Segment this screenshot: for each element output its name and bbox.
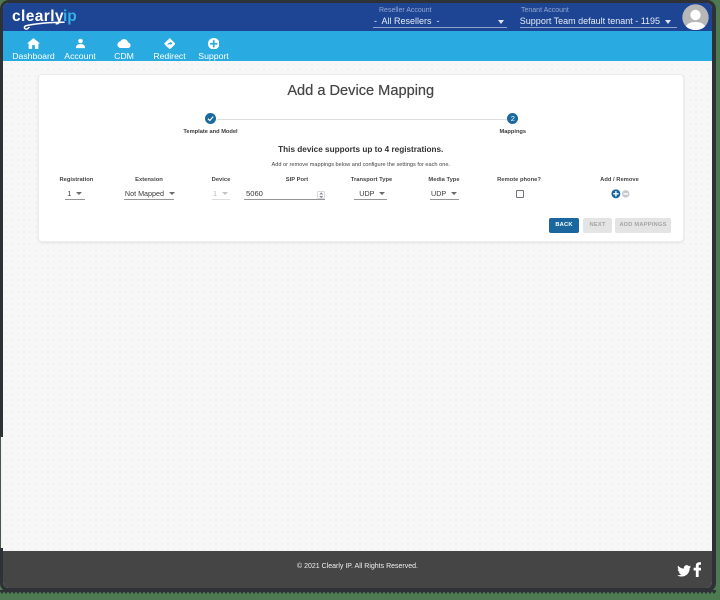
svg-text:ip: ip [63, 8, 77, 25]
